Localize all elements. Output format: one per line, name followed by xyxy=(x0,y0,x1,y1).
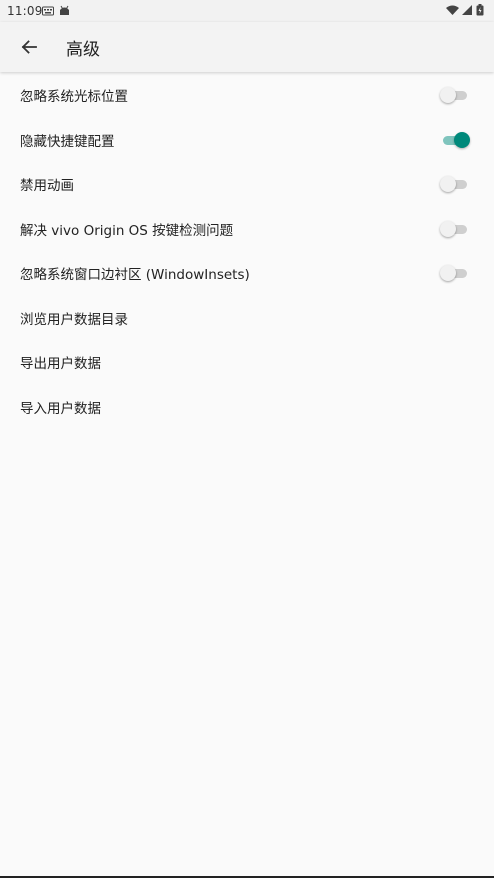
setting-label: 导出用户数据 xyxy=(20,356,101,373)
setting-browse-user-data[interactable]: 浏览用户数据目录 xyxy=(0,296,494,341)
toggle-switch[interactable] xyxy=(440,219,470,239)
setting-label: 导入用户数据 xyxy=(20,400,101,417)
setting-label: 隐藏快捷键配置 xyxy=(20,133,115,150)
toggle-switch[interactable] xyxy=(440,174,470,194)
settings-list: 忽略系统光标位置 隐藏快捷键配置 禁用动画 解决 vivo Origin OS … xyxy=(0,73,494,429)
arrow-back-icon[interactable] xyxy=(16,34,42,60)
setting-label: 忽略系统光标位置 xyxy=(20,89,128,106)
setting-label: 解决 vivo Origin OS 按键检测问题 xyxy=(20,222,234,239)
battery-icon xyxy=(476,4,484,19)
setting-export-user-data[interactable]: 导出用户数据 xyxy=(0,340,494,385)
page-title: 高级 xyxy=(66,40,100,60)
setting-vivo-key-detection[interactable]: 解决 vivo Origin OS 按键检测问题 xyxy=(0,207,494,252)
setting-ignore-window-insets[interactable]: 忽略系统窗口边衬区 (WindowInsets) xyxy=(0,251,494,296)
system-icons xyxy=(446,4,484,19)
toggle-switch[interactable] xyxy=(440,263,470,283)
toggle-switch[interactable] xyxy=(440,85,470,105)
wifi-icon xyxy=(446,5,459,19)
app-bar: 高级 xyxy=(0,22,494,72)
setting-disable-animation[interactable]: 禁用动画 xyxy=(0,162,494,207)
setting-import-user-data[interactable]: 导入用户数据 xyxy=(0,385,494,430)
toggle-switch[interactable] xyxy=(440,130,470,150)
android-icon xyxy=(59,5,70,19)
signal-icon xyxy=(462,4,473,19)
setting-ignore-cursor-position[interactable]: 忽略系统光标位置 xyxy=(0,73,494,118)
setting-hide-shortcut-config[interactable]: 隐藏快捷键配置 xyxy=(0,118,494,163)
status-bar: 11:09 xyxy=(0,0,494,22)
setting-label: 忽略系统窗口边衬区 (WindowInsets) xyxy=(20,267,250,284)
setting-label: 浏览用户数据目录 xyxy=(20,311,128,328)
setting-label: 禁用动画 xyxy=(20,178,74,195)
keyboard-icon xyxy=(42,5,54,19)
status-time: 11:09 xyxy=(7,4,43,18)
